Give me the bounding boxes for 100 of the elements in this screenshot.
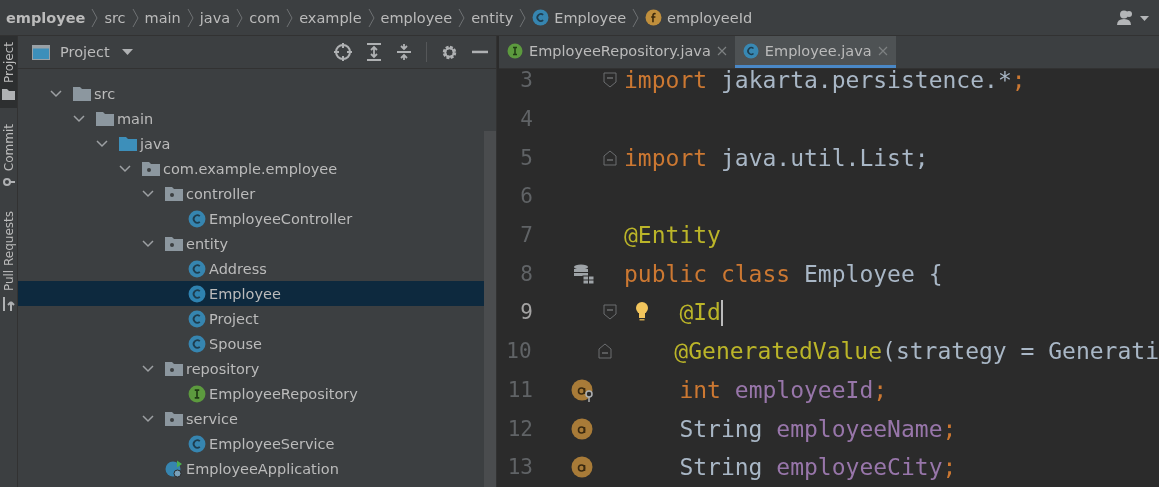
tree-item[interactable]: controller <box>18 181 484 206</box>
tree-item[interactable]: Employee <box>18 281 484 306</box>
breadcrumb-item[interactable]: employee <box>6 9 86 26</box>
class-icon <box>188 434 206 453</box>
line-number: 12 <box>506 416 533 441</box>
settings-icon[interactable] <box>441 43 458 61</box>
minimize-icon[interactable] <box>472 50 488 54</box>
package-folder-icon <box>142 161 160 176</box>
field-icon <box>645 9 663 26</box>
tree-item[interactable]: Address <box>18 256 484 281</box>
editor-tab[interactable]: EmployeeRepository.java <box>499 36 735 68</box>
fold-marker-icon[interactable] <box>598 343 613 360</box>
chevron-down-icon[interactable] <box>142 414 154 423</box>
tree-item[interactable]: EmployeeRepository <box>18 381 484 406</box>
fold-marker-icon[interactable] <box>603 72 617 89</box>
tool-window-tab[interactable]: Commit <box>0 118 17 196</box>
code-line: @Entity <box>623 222 721 249</box>
breadcrumb-item[interactable]: java <box>199 9 231 26</box>
chevron-down-icon[interactable] <box>96 139 108 148</box>
key-field-icon[interactable] <box>571 377 595 402</box>
tree-item[interactable]: service <box>18 406 484 431</box>
field-icon[interactable] <box>571 416 595 441</box>
editor-tab[interactable]: Employee.java <box>734 36 896 68</box>
tree-item[interactable]: Project <box>18 306 484 331</box>
chevron-separator-icon <box>186 7 194 28</box>
chevron-separator-icon <box>519 7 527 28</box>
code-line: int employeeId; <box>678 376 888 403</box>
breadcrumb-item[interactable]: employeeId <box>645 9 753 26</box>
chevron-separator-icon <box>286 7 294 28</box>
class-icon <box>188 209 206 228</box>
chevron-separator-icon <box>131 7 139 28</box>
code-line: String employeeCity; <box>678 454 957 481</box>
tree-item[interactable]: EmployeeService <box>18 431 484 456</box>
line-number: 9 <box>519 300 533 325</box>
class-icon <box>188 309 206 328</box>
folder-icon <box>73 86 91 101</box>
tree-item[interactable]: src <box>18 81 484 106</box>
tool-window-tab[interactable]: Project <box>0 36 17 109</box>
breadcrumb-item[interactable]: src <box>104 9 126 26</box>
fold-marker-icon[interactable] <box>603 149 617 166</box>
fold-marker-icon[interactable] <box>603 304 617 321</box>
breadcrumb-item[interactable]: employee <box>380 9 453 26</box>
panel-title[interactable]: Project <box>60 44 110 60</box>
code-line: public class Employee { <box>623 260 943 287</box>
breadcrumb-item[interactable]: main <box>144 9 181 26</box>
breadcrumb-item[interactable]: entity <box>471 9 514 26</box>
interface-icon <box>507 42 523 59</box>
application-icon <box>165 459 183 478</box>
pull-request-icon <box>2 297 15 312</box>
breadcrumb-item[interactable]: Employee <box>532 9 627 26</box>
chevron-separator-icon <box>367 7 375 28</box>
lightbulb-icon[interactable] <box>635 301 649 322</box>
tree-item[interactable]: Spouse <box>18 331 484 356</box>
breadcrumb-item[interactable]: example <box>299 9 362 26</box>
expand-all-icon[interactable] <box>366 43 382 61</box>
line-number: 6 <box>519 184 533 209</box>
commit-icon <box>2 177 15 188</box>
class-icon <box>188 284 206 303</box>
dropdown-caret-icon[interactable] <box>121 49 133 55</box>
tree-item[interactable]: EmployeeController <box>18 206 484 231</box>
chevron-down-icon[interactable] <box>142 189 154 198</box>
tree-item[interactable]: entity <box>18 231 484 256</box>
chevron-down-icon[interactable] <box>142 239 154 248</box>
package-folder-icon <box>165 186 183 201</box>
chevron-down-icon[interactable] <box>73 114 85 123</box>
database-icon[interactable] <box>573 262 595 285</box>
folder-icon <box>119 136 137 151</box>
tree-item[interactable]: java <box>18 131 484 156</box>
code-line: import java.util.List; <box>623 144 929 171</box>
line-number: 4 <box>519 107 533 132</box>
scrollbar[interactable] <box>484 131 496 487</box>
collapse-all-icon[interactable] <box>396 43 412 61</box>
tree-item[interactable]: repository <box>18 356 484 381</box>
close-icon[interactable] <box>716 45 727 56</box>
line-number: 13 <box>506 455 533 480</box>
tree-item[interactable]: com.example.employee <box>18 156 484 181</box>
tree-item[interactable]: main <box>18 106 484 131</box>
code-line: String employeeName; <box>678 415 957 442</box>
user-icon[interactable] <box>1117 9 1151 26</box>
window-icon <box>32 44 50 60</box>
chevron-separator-icon <box>91 7 99 28</box>
locate-icon[interactable] <box>334 43 352 61</box>
line-number: 10 <box>505 339 532 364</box>
line-number: 11 <box>506 377 533 402</box>
line-number: 8 <box>519 261 533 286</box>
field-icon[interactable] <box>571 455 595 480</box>
chevron-down-icon[interactable] <box>50 89 62 98</box>
class-icon <box>742 42 759 59</box>
line-number: 7 <box>519 223 533 248</box>
tool-window-tab[interactable]: Pull Requests <box>0 205 17 320</box>
chevron-down-icon[interactable] <box>119 164 131 173</box>
folder-icon <box>2 89 15 101</box>
chevron-down-icon[interactable] <box>142 364 154 373</box>
folder-icon <box>96 111 114 126</box>
breadcrumb-item[interactable]: com <box>249 9 281 26</box>
code-line: import jakarta.persistence.*; <box>623 69 1026 94</box>
code-line: @GeneratedValue(strategy = Generati <box>673 338 1159 365</box>
package-folder-icon <box>165 411 183 426</box>
tree-item[interactable]: EmployeeApplication <box>18 456 484 481</box>
package-folder-icon <box>165 361 183 376</box>
